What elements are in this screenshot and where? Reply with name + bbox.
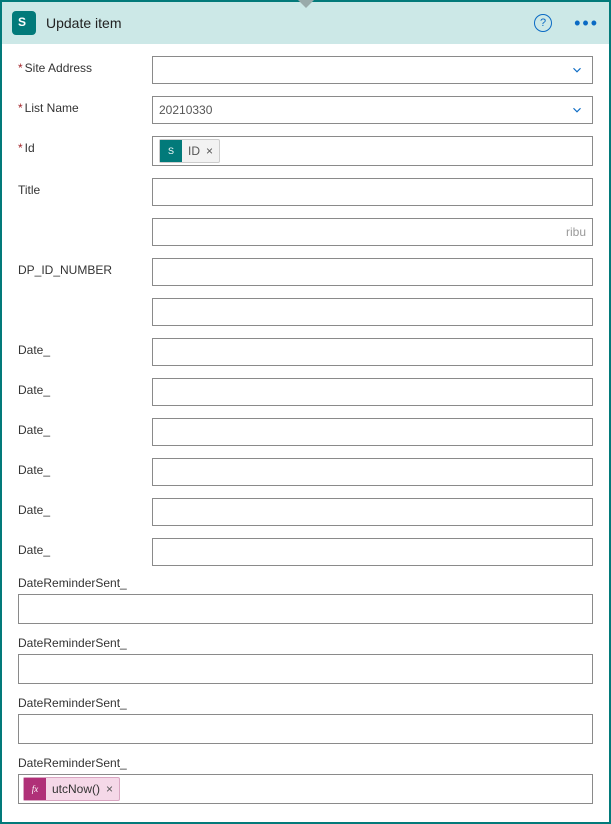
label-id: Id bbox=[18, 136, 138, 155]
site-address-dropdown[interactable] bbox=[152, 56, 593, 84]
list-name-value: 20210330 bbox=[159, 103, 212, 117]
fx-icon: fx bbox=[24, 778, 46, 800]
row-generic-5: ribu bbox=[18, 212, 593, 252]
site-address-chevron[interactable] bbox=[562, 57, 592, 83]
id-token[interactable]: S ID × bbox=[159, 139, 220, 163]
row-reminder-2: DateReminderSent_ bbox=[18, 632, 593, 692]
row-date-5: Date_ bbox=[18, 492, 593, 532]
row-title: Title bbox=[18, 172, 593, 212]
reminder-1-input[interactable] bbox=[18, 594, 593, 624]
list-name-dropdown[interactable]: 20210330 bbox=[152, 96, 593, 124]
reminder-4-input[interactable]: fx utcNow() × bbox=[18, 774, 593, 804]
row-date-6: Date_ bbox=[18, 532, 593, 572]
row-reminder-4: DateReminderSent_ fx utcNow() × bbox=[18, 752, 593, 812]
row-dpid: DP_ID_NUMBER bbox=[18, 252, 593, 292]
chevron-down-icon bbox=[570, 103, 584, 117]
label-date-4: Date_ bbox=[18, 458, 138, 477]
row-reminder-1: DateReminderSent_ bbox=[18, 572, 593, 632]
card-body: Site Address List Name 20210330 bbox=[2, 44, 609, 822]
row-date-4: Date_ bbox=[18, 452, 593, 492]
sharepoint-logo-icon: S bbox=[12, 11, 36, 35]
id-input[interactable]: S ID × bbox=[152, 136, 593, 166]
label-date-6: Date_ bbox=[18, 538, 138, 557]
help-icon[interactable]: ? bbox=[534, 14, 552, 32]
row-list-name: List Name 20210330 bbox=[18, 90, 593, 130]
label-generic-7 bbox=[18, 298, 138, 303]
label-site-address: Site Address bbox=[18, 56, 138, 75]
row-reminder-3: DateReminderSent_ bbox=[18, 692, 593, 752]
row-date-3: Date_ bbox=[18, 412, 593, 452]
date-3-input[interactable] bbox=[152, 418, 593, 446]
row-site-address: Site Address bbox=[18, 50, 593, 90]
label-date-3: Date_ bbox=[18, 418, 138, 437]
date-1-input[interactable] bbox=[152, 338, 593, 366]
label-date-1: Date_ bbox=[18, 338, 138, 357]
chevron-down-icon bbox=[570, 63, 584, 77]
date-6-input[interactable] bbox=[152, 538, 593, 566]
row-id: Id S ID × bbox=[18, 130, 593, 172]
input-generic-7[interactable] bbox=[152, 298, 593, 326]
label-reminder-2: DateReminderSent_ bbox=[18, 636, 593, 650]
fx-token-label: utcNow() bbox=[52, 782, 100, 796]
date-5-input[interactable] bbox=[152, 498, 593, 526]
label-date-5: Date_ bbox=[18, 498, 138, 517]
more-menu-icon[interactable]: ••• bbox=[574, 13, 599, 34]
label-reminder-3: DateReminderSent_ bbox=[18, 696, 593, 710]
collapse-notch-icon bbox=[298, 0, 314, 8]
id-token-label: ID bbox=[188, 144, 200, 158]
id-token-remove[interactable]: × bbox=[206, 144, 213, 158]
label-generic-5 bbox=[18, 218, 138, 223]
row-generic-7 bbox=[18, 292, 593, 332]
label-reminder-4: DateReminderSent_ bbox=[18, 756, 593, 770]
dpid-input[interactable] bbox=[152, 258, 593, 286]
card-header: S Update item ? ••• bbox=[2, 2, 609, 44]
label-list-name: List Name bbox=[18, 96, 138, 115]
list-name-chevron[interactable] bbox=[562, 97, 592, 123]
action-card: S Update item ? ••• Site Address List bbox=[0, 0, 611, 824]
fx-token-remove[interactable]: × bbox=[106, 782, 113, 796]
row-date-1: Date_ bbox=[18, 332, 593, 372]
label-date-2: Date_ bbox=[18, 378, 138, 397]
label-reminder-1: DateReminderSent_ bbox=[18, 576, 593, 590]
label-title: Title bbox=[18, 178, 138, 197]
card-title: Update item bbox=[46, 15, 524, 31]
input-generic-5[interactable]: ribu bbox=[152, 218, 593, 246]
row-date-2: Date_ bbox=[18, 372, 593, 412]
reminder-3-input[interactable] bbox=[18, 714, 593, 744]
fx-token[interactable]: fx utcNow() × bbox=[23, 777, 120, 801]
title-input[interactable] bbox=[152, 178, 593, 206]
sharepoint-token-icon: S bbox=[160, 140, 182, 162]
label-dpid: DP_ID_NUMBER bbox=[18, 258, 138, 277]
date-4-input[interactable] bbox=[152, 458, 593, 486]
reminder-2-input[interactable] bbox=[18, 654, 593, 684]
date-2-input[interactable] bbox=[152, 378, 593, 406]
